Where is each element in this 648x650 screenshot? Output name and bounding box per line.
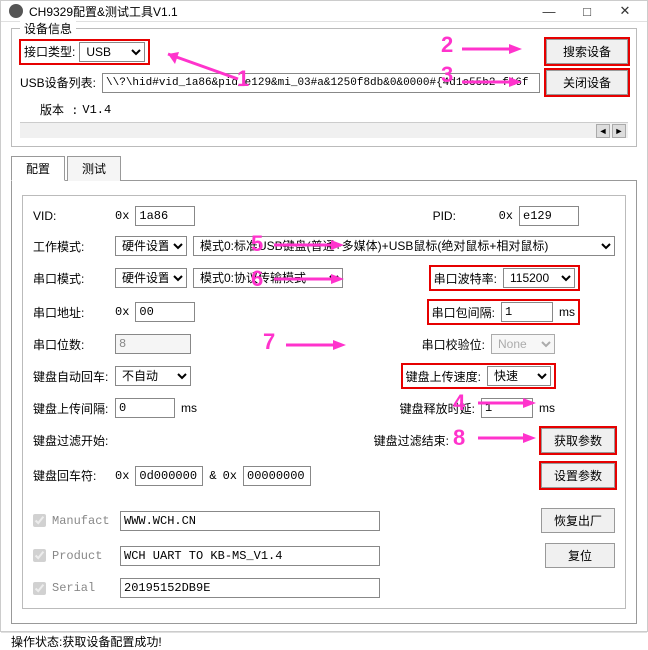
- scroll-right-icon[interactable]: ►: [612, 124, 626, 138]
- minimize-button[interactable]: —: [539, 1, 559, 21]
- serial-parity-label: 串口校验位:: [422, 336, 485, 353]
- vid-label: VID:: [33, 209, 109, 223]
- manufact-checkbox: [33, 514, 46, 527]
- pid-input[interactable]: [519, 206, 579, 226]
- annotation-7: 7: [263, 329, 275, 355]
- tab-config[interactable]: 配置: [11, 156, 65, 181]
- reset-button[interactable]: 复位: [545, 543, 615, 568]
- device-info-title: 设备信息: [20, 20, 76, 37]
- close-window-button[interactable]: ✕: [615, 1, 635, 21]
- app-icon: [9, 4, 23, 18]
- arrow-6: [269, 272, 349, 286]
- kb-filter-start-label: 键盘过滤开始:: [33, 432, 109, 449]
- kb-upint-unit: ms: [181, 401, 197, 415]
- kb-upspeed-select[interactable]: 快速: [487, 366, 551, 386]
- set-params-button[interactable]: 设置参数: [541, 463, 615, 488]
- iface-type-select[interactable]: USB: [79, 42, 145, 62]
- annotation-1: 1: [237, 66, 249, 92]
- titlebar: CH9329配置&测试工具V1.1 — □ ✕: [1, 1, 647, 22]
- vid-prefix: 0x: [115, 209, 129, 223]
- search-device-button[interactable]: 搜索设备: [546, 39, 628, 64]
- kb-cr-label: 键盘回车符:: [33, 467, 109, 484]
- serial-checkbox: [33, 582, 46, 595]
- tab-test[interactable]: 测试: [67, 156, 121, 181]
- arrow-3: [457, 75, 527, 89]
- product-input[interactable]: [120, 546, 380, 566]
- pkt-interval-label: 串口包间隔:: [432, 304, 495, 321]
- annotation-6: 6: [251, 266, 263, 292]
- kb-cr-amp: &: [209, 469, 216, 483]
- arrow-1: [153, 44, 243, 84]
- window-title: CH9329配置&测试工具V1.1: [29, 3, 539, 20]
- vid-input[interactable]: [135, 206, 195, 226]
- arrow-2: [457, 42, 527, 56]
- kb-upint-label: 键盘上传间隔:: [33, 400, 109, 417]
- annotation-8: 8: [453, 425, 465, 451]
- version-value: V1.4: [82, 103, 111, 117]
- maximize-button[interactable]: □: [577, 1, 597, 21]
- scroll-left-icon[interactable]: ◄: [596, 124, 610, 138]
- serial-addr-input[interactable]: [135, 302, 195, 322]
- pkt-interval-input[interactable]: [501, 302, 553, 322]
- arrow-5: [269, 238, 349, 252]
- close-device-button[interactable]: 关闭设备: [546, 70, 628, 95]
- app-window: CH9329配置&测试工具V1.1 — □ ✕ 1 2 3 5 6 7 4 8 …: [0, 0, 648, 632]
- serial-addr-label: 串口地址:: [33, 304, 109, 321]
- serial-bits-input: [115, 334, 191, 354]
- kb-autocr-label: 键盘自动回车:: [33, 368, 109, 385]
- arrow-7: [281, 338, 351, 352]
- annotation-4: 4: [453, 390, 465, 416]
- restore-factory-button[interactable]: 恢复出厂: [541, 508, 615, 533]
- kb-autocr-select[interactable]: 不自动: [115, 366, 191, 386]
- product-checkbox: [33, 549, 46, 562]
- annotation-2: 2: [441, 32, 453, 58]
- device-info-group: 设备信息 接口类型: USB 搜索设备 USB设备列表: 关闭设备 版本 : V…: [11, 28, 637, 147]
- kb-filter-end-label: 键盘过滤结束:: [374, 432, 449, 449]
- pid-label: PID:: [433, 209, 493, 223]
- serial-addr-prefix: 0x: [115, 305, 129, 319]
- baud-label: 串口波特率:: [434, 270, 497, 287]
- serial-parity-select: None: [491, 334, 555, 354]
- pkt-interval-unit: ms: [559, 305, 575, 319]
- manufact-label: Manufact: [52, 514, 114, 528]
- product-label: Product: [52, 549, 114, 563]
- usb-list-label: USB设备列表:: [20, 74, 96, 91]
- tabs: 配置 测试: [11, 155, 637, 181]
- statusbar: 操作状态: 获取设备配置成功!: [1, 632, 647, 650]
- arrow-4: [473, 396, 541, 410]
- status-message: 获取设备配置成功!: [62, 633, 161, 650]
- kb-reldelay-unit: ms: [539, 401, 555, 415]
- iface-type-label: 接口类型:: [24, 43, 75, 60]
- version-label: 版本 :: [40, 101, 78, 118]
- kb-cr-input2[interactable]: [243, 466, 311, 486]
- kb-cr-prefix2: 0x: [223, 469, 237, 483]
- kb-upspeed-label: 键盘上传速度:: [406, 368, 481, 385]
- work-mode-select[interactable]: 硬件设置: [115, 236, 187, 256]
- get-params-button[interactable]: 获取参数: [541, 428, 615, 453]
- annotation-3: 3: [441, 62, 453, 88]
- kb-upint-input[interactable]: [115, 398, 175, 418]
- kb-cr-input1[interactable]: [135, 466, 203, 486]
- serial-input[interactable]: [120, 578, 380, 598]
- work-mode-label: 工作模式:: [33, 238, 109, 255]
- pid-prefix: 0x: [499, 209, 513, 223]
- manufact-input[interactable]: [120, 511, 380, 531]
- annotation-5: 5: [251, 231, 263, 257]
- serial-mode-select[interactable]: 硬件设置: [115, 268, 187, 288]
- serial-bits-label: 串口位数:: [33, 336, 109, 353]
- kb-cr-prefix1: 0x: [115, 469, 129, 483]
- status-label: 操作状态:: [11, 633, 62, 650]
- baud-select[interactable]: 115200: [503, 268, 575, 288]
- arrow-8: [473, 431, 541, 445]
- serial-mode-label: 串口模式:: [33, 270, 109, 287]
- scrollbar: ◄ ►: [20, 122, 628, 138]
- serial-label: Serial: [52, 581, 114, 595]
- content-area: 1 2 3 5 6 7 4 8 设备信息 接口类型: USB 搜索设备: [1, 22, 647, 632]
